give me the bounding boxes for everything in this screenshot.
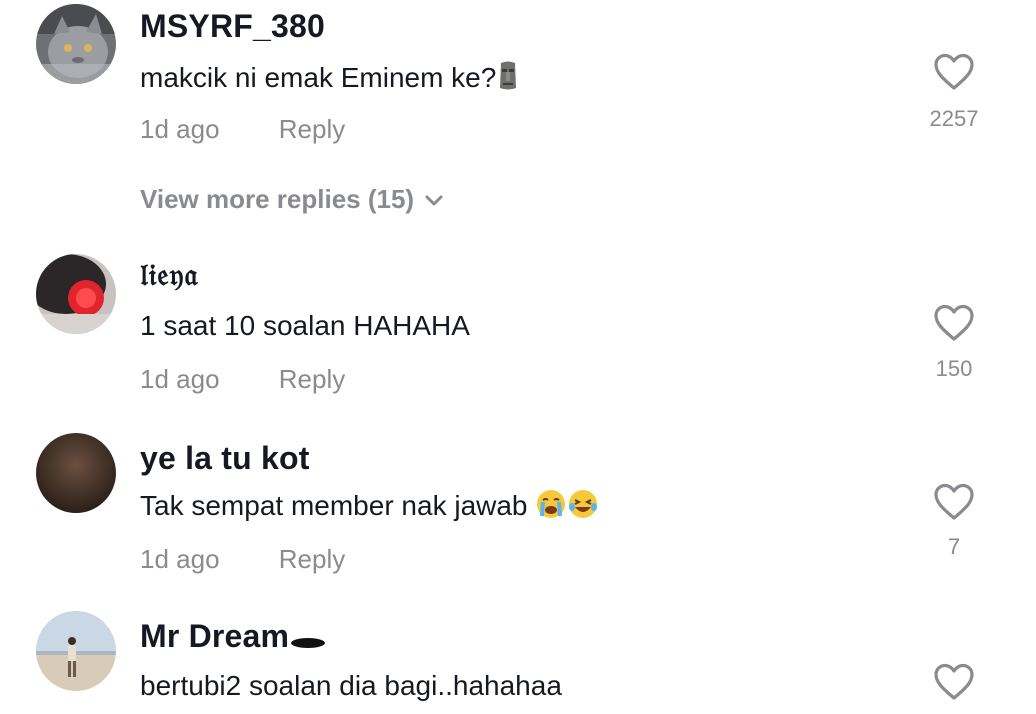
heart-icon bbox=[934, 663, 974, 700]
heart-icon bbox=[934, 483, 974, 520]
avatar[interactable] bbox=[36, 433, 116, 513]
comment-item: ye la tu kot Tak sempat member nak jawab… bbox=[0, 430, 1036, 600]
heart-icon bbox=[934, 304, 974, 341]
comment-item: 𝔩𝔦𝔢𝔶𝔞 1 saat 10 soalan HAHAHA 1d ago Rep… bbox=[0, 250, 1036, 420]
like-count: 7 bbox=[947, 534, 961, 559]
heart-icon bbox=[934, 53, 974, 90]
comment-text: 1 saat 10 soalan HAHAHA bbox=[140, 310, 470, 341]
comment-item: MSYRF_380 makcik ni emak Eminem ke? 1d a… bbox=[0, 0, 1036, 240]
reply-button[interactable]: Reply bbox=[279, 114, 345, 144]
timestamp: 1d ago bbox=[140, 364, 220, 394]
comment-meta: 1d ago Reply bbox=[140, 544, 345, 575]
comment-item: Mr Dream bertubi2 soalan dia bagi..hahah… bbox=[0, 610, 1036, 714]
username[interactable]: 𝔩𝔦𝔢𝔶𝔞 bbox=[140, 258, 199, 293]
avatar[interactable] bbox=[36, 254, 116, 334]
username[interactable]: ye la tu kot bbox=[140, 440, 310, 477]
avatar[interactable] bbox=[36, 611, 116, 691]
like-count: 2257 bbox=[929, 106, 979, 131]
like-button[interactable] bbox=[932, 482, 976, 522]
comment-text: Tak sempat member nak jawab bbox=[140, 488, 599, 527]
avatar[interactable] bbox=[36, 4, 116, 84]
crying-face-icon bbox=[535, 488, 567, 527]
username[interactable]: MSYRF_380 bbox=[140, 8, 325, 45]
like-button[interactable] bbox=[932, 52, 976, 92]
timestamp: 1d ago bbox=[140, 544, 220, 574]
like-count: 150 bbox=[935, 356, 973, 381]
comment-text: bertubi2 soalan dia bagi..hahahaa bbox=[140, 670, 562, 701]
comment-meta: 1d ago Reply bbox=[140, 364, 345, 395]
timestamp: 1d ago bbox=[140, 114, 220, 144]
moai-icon bbox=[496, 60, 520, 99]
like-button[interactable] bbox=[932, 662, 976, 702]
comment-meta: 1d ago Reply bbox=[140, 114, 345, 145]
laughing-face-icon bbox=[567, 488, 599, 527]
reply-button[interactable]: Reply bbox=[279, 364, 345, 394]
view-more-replies[interactable]: View more replies (15) bbox=[140, 184, 444, 215]
reply-button[interactable]: Reply bbox=[279, 544, 345, 574]
username[interactable]: Mr Dream bbox=[140, 618, 327, 657]
comment-text: makcik ni emak Eminem ke? bbox=[140, 60, 520, 99]
chevron-down-icon bbox=[425, 195, 443, 206]
like-button[interactable] bbox=[932, 303, 976, 343]
hole-icon bbox=[289, 620, 327, 657]
